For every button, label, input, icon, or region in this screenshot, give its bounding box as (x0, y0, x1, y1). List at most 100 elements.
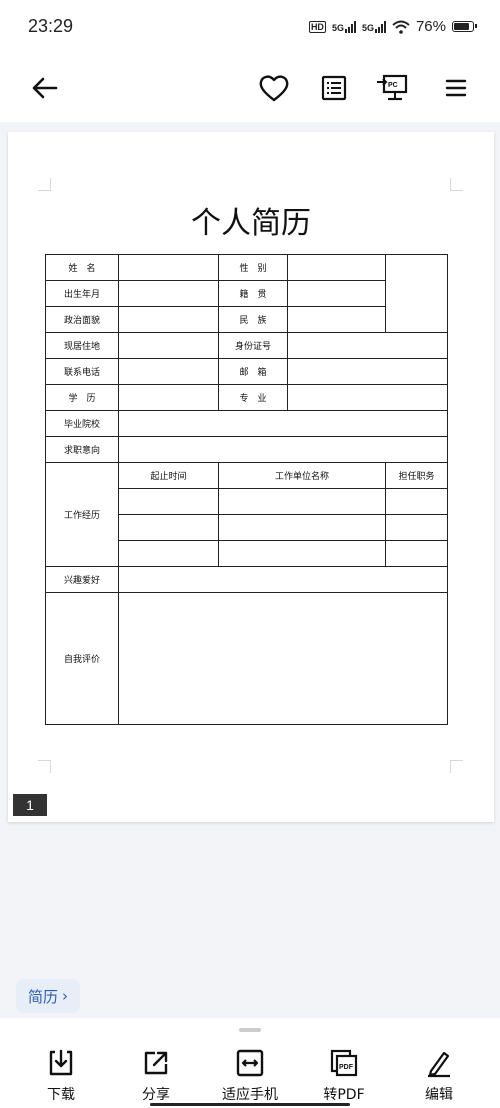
to-pdf-button[interactable]: PDF 转PDF (304, 1048, 384, 1104)
page-number-badge: 1 (13, 794, 47, 816)
value-hobbies (118, 566, 448, 593)
work-cell (118, 540, 219, 567)
value-gender (287, 254, 386, 281)
bottom-action-bar: 下载 分享 适应手机 PDF 转PDF 编辑 (0, 1018, 500, 1108)
document-title: 个人简历 (191, 206, 311, 241)
status-icons: HD 5G 5G 76% (308, 18, 477, 35)
label-residence: 现居住地 (45, 332, 119, 359)
value-phone (118, 358, 219, 385)
document-page[interactable]: 个人简历 姓 名 性 别 出生年月 籍 贯 政治面貌 民 族 现居住地 身份证号… (8, 132, 494, 822)
photo-cell (385, 254, 448, 333)
value-self-eval (118, 592, 448, 725)
work-cell (385, 488, 448, 515)
label-major: 专 业 (218, 384, 288, 411)
value-ethnicity (287, 306, 386, 333)
work-cell (218, 540, 386, 567)
pc-mode-button[interactable]: PC (374, 70, 410, 106)
svg-text:PDF: PDF (339, 1064, 354, 1071)
fit-phone-label: 适应手机 (222, 1087, 278, 1103)
top-toolbar: PC (0, 56, 500, 122)
value-major (287, 384, 448, 411)
label-email: 邮 箱 (218, 358, 288, 385)
download-label: 下载 (47, 1087, 75, 1103)
fit-phone-icon (236, 1049, 264, 1077)
work-header-company: 工作单位名称 (218, 462, 386, 489)
value-residence (118, 332, 219, 359)
label-political: 政治面貌 (45, 306, 119, 333)
work-cell (385, 540, 448, 567)
value-native-place (287, 280, 386, 307)
work-header-position: 担任职务 (385, 462, 448, 489)
fit-phone-button[interactable]: 适应手机 (210, 1048, 290, 1104)
net-label-1: 5G (331, 22, 344, 33)
label-native-place: 籍 贯 (218, 280, 288, 307)
battery-percent: 76% (415, 18, 446, 35)
work-cell (118, 488, 219, 515)
work-cell (218, 514, 386, 541)
work-cell (118, 514, 219, 541)
label-self-eval: 自我评价 (45, 592, 119, 725)
battery-icon (452, 21, 477, 32)
edit-icon (428, 1051, 450, 1078)
edit-label: 编辑 (425, 1087, 453, 1103)
label-id-number: 身份证号 (218, 332, 288, 359)
label-work-experience: 工作经历 (45, 462, 119, 567)
share-button[interactable]: 分享 (116, 1048, 196, 1104)
crop-mark (38, 760, 51, 773)
resume-table: 姓 名 性 别 出生年月 籍 贯 政治面貌 民 族 现居住地 身份证号 联系电话 (45, 254, 448, 725)
status-bar: 23:29 HD 5G 5G 76% (0, 0, 500, 56)
crop-mark (450, 760, 463, 773)
drag-handle[interactable] (239, 1028, 261, 1032)
chevron-right-icon: › (62, 987, 69, 1005)
status-time: 23:29 (28, 16, 74, 36)
home-indicator[interactable] (150, 1103, 350, 1106)
hd-label: HD (308, 20, 326, 33)
value-name (118, 254, 219, 281)
menu-button[interactable] (438, 70, 474, 106)
value-education (118, 384, 219, 411)
pdf-icon: PDF (330, 1049, 358, 1077)
menu-icon (445, 79, 467, 97)
work-cell (218, 488, 386, 515)
label-hobbies: 兴趣爱好 (45, 566, 119, 593)
pc-mode-icon: PC (377, 74, 408, 101)
signal-icon: 5G (331, 20, 356, 33)
label-education: 学 历 (45, 384, 119, 411)
value-id-number (287, 332, 448, 359)
hd-icon: HD (308, 20, 326, 33)
net-label-2: 5G (361, 22, 374, 33)
crop-mark (450, 178, 463, 191)
work-header-period: 起止时间 (118, 462, 219, 489)
download-button[interactable]: 下载 (21, 1048, 101, 1104)
label-gender: 性 别 (218, 254, 288, 281)
to-pdf-label: 转PDF (323, 1087, 365, 1103)
label-ethnicity: 民 族 (218, 306, 288, 333)
outline-icon (321, 75, 347, 101)
value-school (118, 410, 448, 437)
download-icon (49, 1049, 73, 1076)
work-cell (385, 514, 448, 541)
svg-text:PC: PC (388, 82, 398, 89)
value-birth (118, 280, 219, 307)
wifi-icon (392, 20, 410, 34)
label-birth: 出生年月 (45, 280, 119, 307)
back-button[interactable] (26, 70, 62, 106)
value-job-intent (118, 436, 448, 463)
favorite-button[interactable] (256, 70, 292, 106)
share-label: 分享 (142, 1087, 170, 1103)
tag-chip-label: 简历 (28, 987, 59, 1006)
signal-icon-2: 5G (361, 20, 386, 33)
back-arrow-icon (32, 77, 58, 99)
tag-chip[interactable]: 简历 › (16, 979, 81, 1013)
label-phone: 联系电话 (45, 358, 119, 385)
share-icon (144, 1051, 168, 1075)
outline-button[interactable] (316, 70, 352, 106)
value-political (118, 306, 219, 333)
value-email (287, 358, 448, 385)
label-name: 姓 名 (45, 254, 119, 281)
heart-icon (259, 75, 289, 102)
label-job-intent: 求职意向 (45, 436, 119, 463)
edit-button[interactable]: 编辑 (399, 1048, 479, 1104)
crop-mark (38, 178, 51, 191)
label-school: 毕业院校 (45, 410, 119, 437)
